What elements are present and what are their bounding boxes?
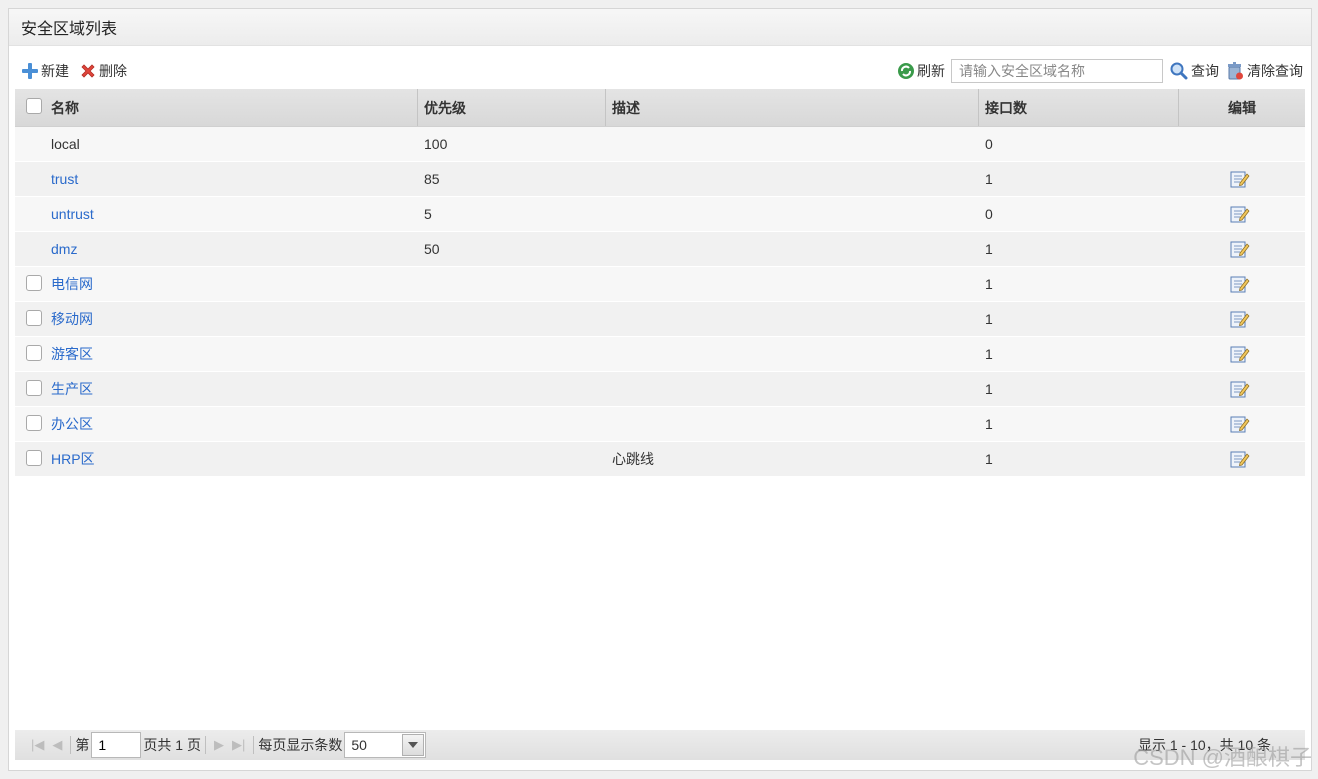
edit-note-icon[interactable] — [1230, 205, 1250, 226]
zone-name[interactable]: dmz — [51, 232, 77, 266]
zone-name[interactable]: untrust — [51, 197, 94, 231]
panel-title: 安全区域列表 — [21, 21, 118, 38]
zone-name[interactable]: 游客区 — [51, 337, 93, 371]
pager-separator — [70, 736, 72, 754]
zone-interface-count: 1 — [985, 171, 993, 187]
row-checkbox[interactable] — [26, 275, 42, 291]
row-checkbox[interactable] — [26, 380, 42, 396]
table-row: 移动网 1 — [15, 302, 1305, 337]
zone-name[interactable]: 办公区 — [51, 407, 93, 441]
panel-header: 安全区域列表 — [9, 9, 1311, 46]
col-priority-header[interactable]: 优先级 — [417, 89, 466, 126]
zone-interface-count: 1 — [985, 451, 993, 467]
zone-interface-count: 1 — [985, 311, 993, 327]
toolbar: 新建 删除 刷新 请输入安全区域名称 查询 清除查询 — [9, 53, 1311, 89]
chevron-down-icon[interactable] — [402, 734, 425, 756]
row-checkbox[interactable] — [26, 345, 42, 361]
refresh-button[interactable]: 刷新 — [897, 61, 945, 81]
table-row: 游客区 1 — [15, 337, 1305, 372]
clear-query-button[interactable]: 清除查询 — [1225, 61, 1303, 81]
zone-interface-count: 0 — [985, 136, 993, 152]
zone-interface-count: 1 — [985, 241, 993, 257]
zone-priority: 50 — [424, 241, 440, 257]
zone-name[interactable]: 移动网 — [51, 302, 93, 336]
col-ifcount-header[interactable]: 接口数 — [978, 89, 1027, 126]
refresh-label: 刷新 — [917, 63, 945, 79]
zone-interface-count: 1 — [985, 346, 993, 362]
per-page-select[interactable]: 50 — [344, 732, 427, 758]
table-row: HRP区 心跳线 1 — [15, 442, 1305, 477]
query-button[interactable]: 查询 — [1169, 61, 1219, 81]
table-row: untrust 5 0 — [15, 197, 1305, 232]
red-x-icon — [81, 64, 95, 78]
select-all-checkbox[interactable] — [26, 98, 42, 114]
per-page-label: 每页显示条数 — [258, 737, 343, 753]
plus-icon — [22, 63, 38, 79]
magnifier-icon — [1170, 62, 1188, 80]
row-checkbox[interactable] — [26, 415, 42, 431]
zone-priority: 85 — [424, 171, 440, 187]
last-page-icon[interactable]: ▶| — [232, 737, 245, 753]
delete-button[interactable]: 删除 — [79, 61, 127, 81]
table-row: local 100 0 — [15, 127, 1305, 162]
zone-interface-count: 1 — [985, 416, 993, 432]
table-body: local 100 0 trust 85 1 untrust 5 0 dmz 50 1 电信网 1 移动网 1… — [15, 127, 1305, 477]
col-edit-header: 编辑 — [1178, 89, 1305, 126]
first-page-icon[interactable]: |◀ — [31, 737, 44, 753]
security-zone-panel: 安全区域列表 新建 删除 刷新 请输入安全区域名称 查询 清除查询 名称 优先级… — [8, 8, 1312, 771]
new-button[interactable]: 新建 — [21, 61, 69, 81]
query-label: 查询 — [1191, 63, 1219, 79]
row-checkbox[interactable] — [26, 450, 42, 466]
edit-note-icon[interactable] — [1230, 240, 1250, 261]
zone-table: 名称 优先级 描述 接口数 编辑 local 100 0 trust 85 1 untrus… — [15, 89, 1305, 477]
zone-name[interactable]: 电信网 — [51, 267, 93, 301]
table-header: 名称 优先级 描述 接口数 编辑 — [15, 89, 1305, 127]
page-prefix: 第 — [75, 737, 90, 753]
table-row: trust 85 1 — [15, 162, 1305, 197]
zone-interface-count: 1 — [985, 381, 993, 397]
zone-priority: 5 — [424, 206, 432, 222]
pager-separator — [253, 736, 255, 754]
edit-note-icon[interactable] — [1230, 450, 1250, 471]
delete-label: 删除 — [99, 63, 127, 79]
table-row: 电信网 1 — [15, 267, 1305, 302]
pager-separator — [204, 736, 206, 754]
col-desc-header[interactable]: 描述 — [605, 89, 640, 126]
page-number-input[interactable] — [91, 732, 142, 758]
edit-note-icon[interactable] — [1230, 415, 1250, 436]
per-page-value: 50 — [351, 737, 367, 753]
zone-name[interactable]: HRP区 — [51, 442, 95, 476]
zone-priority: 100 — [424, 136, 448, 152]
edit-note-icon[interactable] — [1230, 170, 1250, 191]
edit-note-icon[interactable] — [1230, 380, 1250, 401]
zone-name[interactable]: trust — [51, 162, 78, 196]
zone-name[interactable]: 生产区 — [51, 372, 93, 406]
zone-description: 心跳线 — [612, 451, 654, 467]
zone-interface-count: 0 — [985, 206, 993, 222]
trash-icon — [1228, 62, 1243, 80]
new-label: 新建 — [41, 63, 69, 79]
zone-name: local — [51, 136, 80, 152]
table-row: dmz 50 1 — [15, 232, 1305, 267]
edit-note-icon[interactable] — [1230, 345, 1250, 366]
edit-note-icon[interactable] — [1230, 275, 1250, 296]
edit-note-icon[interactable] — [1230, 310, 1250, 331]
zone-interface-count: 1 — [985, 276, 993, 292]
next-page-icon[interactable]: ▶ — [214, 737, 224, 753]
row-checkbox[interactable] — [26, 310, 42, 326]
prev-page-icon[interactable]: ◀ — [52, 737, 62, 753]
table-row: 生产区 1 — [15, 372, 1305, 407]
pager-info: 显示 1 - 10，共 10 条 — [1137, 737, 1271, 753]
page-suffix: 页共 1 页 — [143, 737, 201, 753]
refresh-icon — [898, 63, 914, 79]
clear-query-label: 清除查询 — [1247, 63, 1303, 79]
pagination-bar: |◀ ◀ 第 页共 1 页 ▶ ▶| 每页显示条数 50 显示 1 - 10，共… — [15, 730, 1305, 760]
col-name-header[interactable]: 名称 — [51, 89, 79, 126]
table-row: 办公区 1 — [15, 407, 1305, 442]
zone-search-input[interactable] — [951, 59, 1163, 83]
